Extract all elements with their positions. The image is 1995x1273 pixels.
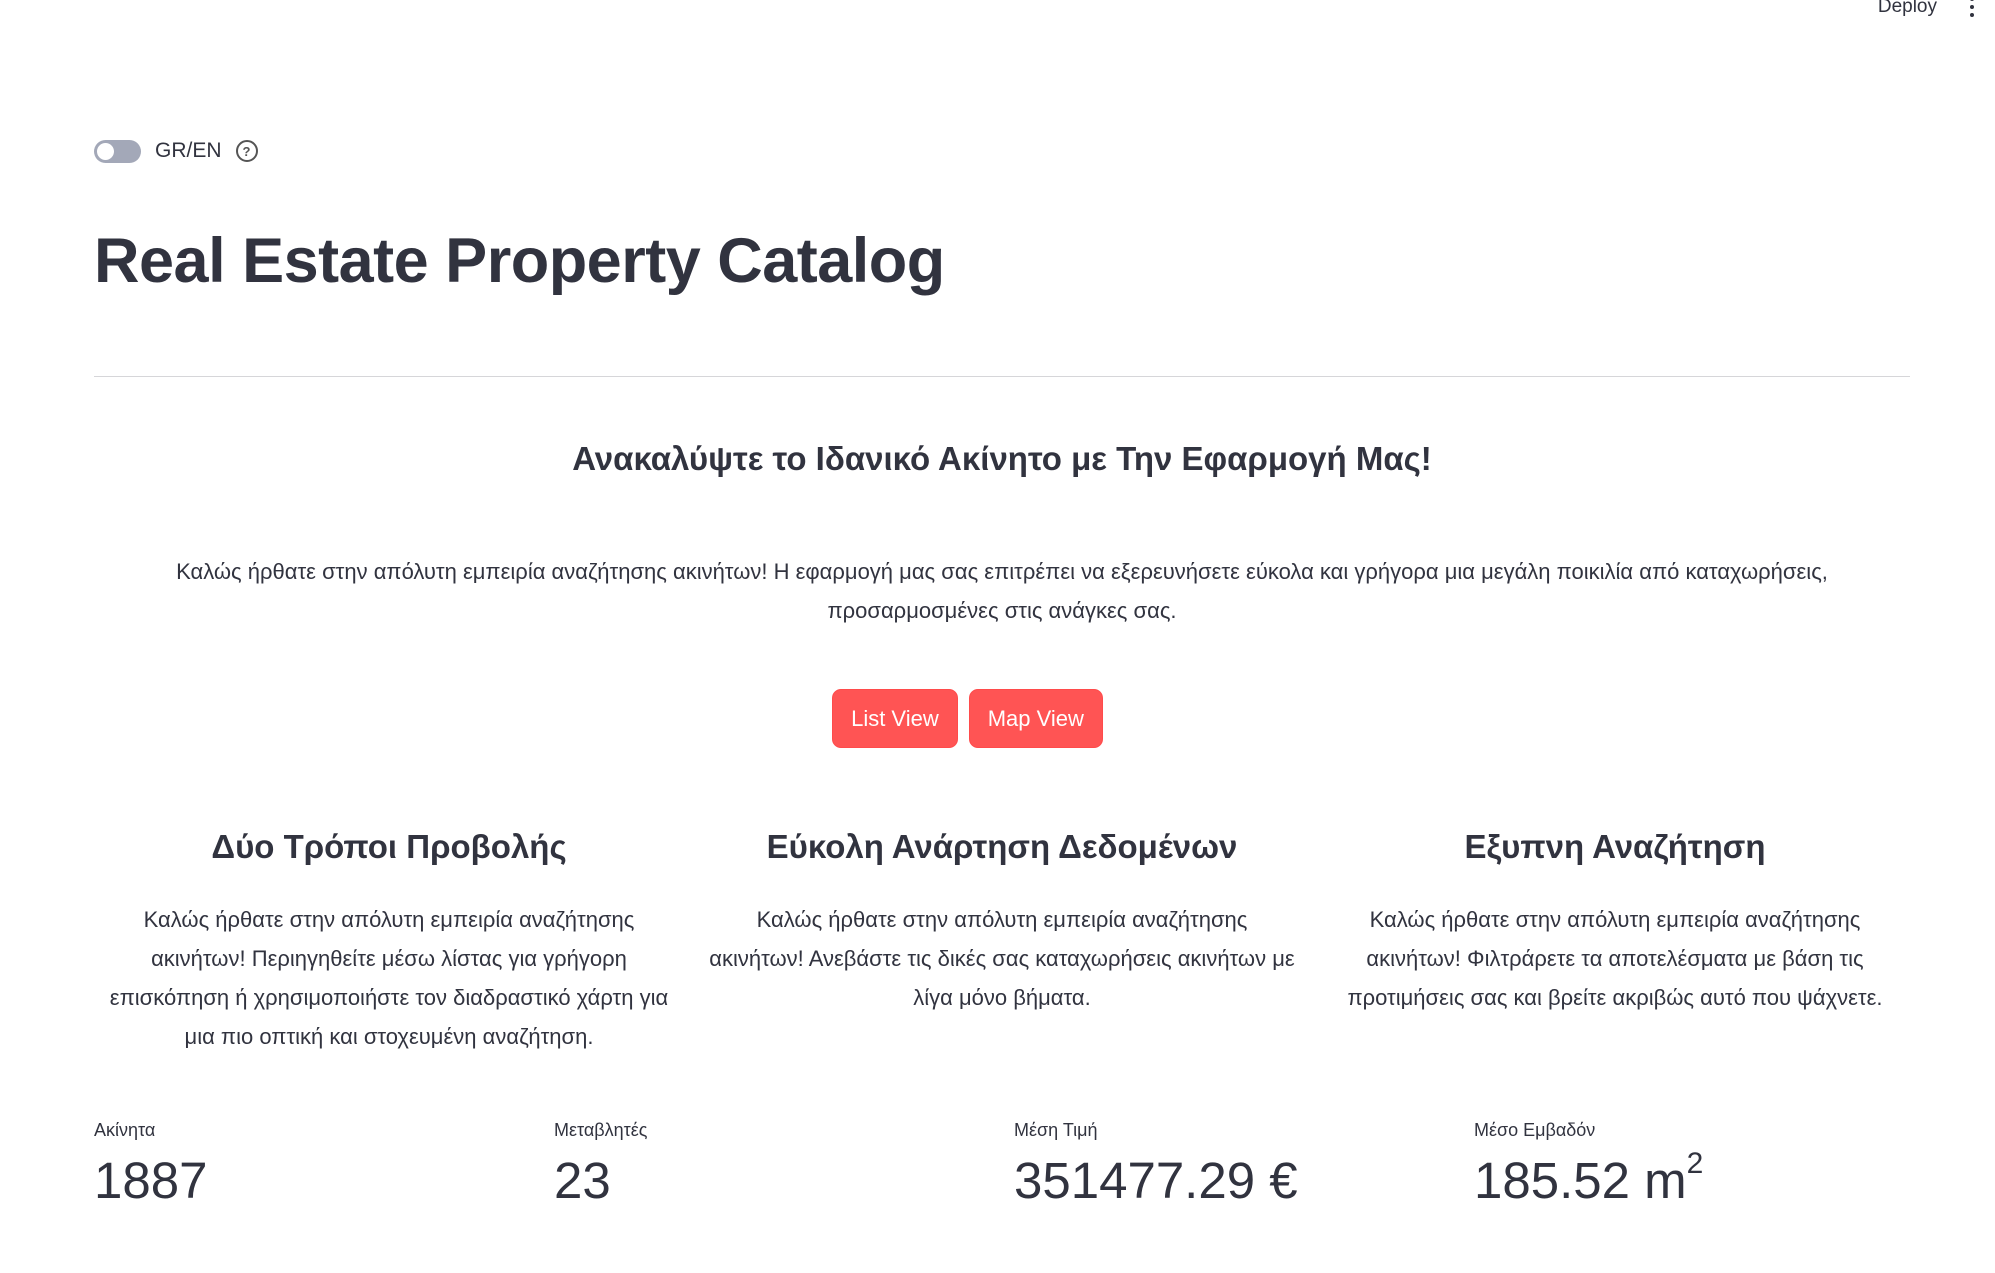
- metric-label: Μέση Τιμή: [1014, 1120, 1098, 1140]
- metric-label: Μεταβλητές: [554, 1120, 648, 1140]
- divider: [94, 376, 1910, 377]
- language-toggle-label: GR/EN: [155, 139, 222, 162]
- metric-variables: Μεταβλητές 23: [554, 1120, 1014, 1209]
- page-title: Real Estate Property Catalog: [94, 226, 945, 296]
- app-page: Deploy GR/EN ? Real Estate Property Cata…: [0, 0, 1995, 1273]
- metric-average-price: Μέση Τιμή 351477.29 €: [1014, 1120, 1474, 1209]
- metric-superscript: 2: [1686, 1147, 1704, 1180]
- feature-title: Δύο Τρόποι Προβολής: [211, 828, 567, 865]
- feature-card: Εύκολη Ανάρτηση Δεδομένων Καλώς ήρθατε σ…: [707, 828, 1297, 1056]
- metric-value-text: 185.52 m: [1474, 1152, 1687, 1209]
- top-header: Deploy: [0, 0, 1995, 30]
- metric-properties: Ακίνητα 1887: [94, 1120, 554, 1209]
- metric-label: Ακίνητα: [94, 1120, 156, 1140]
- intro-text: Καλώς ήρθατε στην απόλυτη εμπειρία αναζή…: [176, 559, 1828, 623]
- kebab-menu-icon[interactable]: [1969, 0, 1975, 17]
- metric-average-area: Μέσο Εμβαδόν 185.52 m2: [1474, 1120, 1934, 1209]
- intro-subtitle: Ανακαλύψτε το Ιδανικό Ακίνητο με Την Εφα…: [572, 440, 1432, 477]
- feature-text: Καλώς ήρθατε στην απόλυτη εμπειρία αναζή…: [1347, 907, 1883, 1010]
- toggle-knob: [97, 142, 114, 160]
- metric-value: 351477.29 €: [1014, 1152, 1298, 1209]
- feature-title: Εξυπνη Αναζήτηση: [1464, 828, 1766, 865]
- metrics-row: Ακίνητα 1887 Μεταβλητές 23 Μέση Τιμή 351…: [94, 1120, 1934, 1209]
- toggle-switch[interactable]: [94, 139, 141, 163]
- metric-value: 1887: [94, 1152, 208, 1209]
- list-view-button[interactable]: List View: [832, 689, 958, 748]
- feature-title: Εύκολη Ανάρτηση Δεδομένων: [766, 828, 1238, 865]
- map-view-button[interactable]: Map View: [968, 689, 1103, 748]
- metric-value: 185.52 m2: [1474, 1147, 1934, 1209]
- feature-text: Καλώς ήρθατε στην απόλυτη εμπειρία αναζή…: [709, 907, 1295, 1010]
- language-toggle[interactable]: GR/EN ?: [94, 139, 258, 163]
- feature-card: Εξυπνη Αναζήτηση Καλώς ήρθατε στην απόλυ…: [1320, 828, 1910, 1056]
- view-buttons: List View Map View: [0, 689, 1995, 748]
- features-section: Δύο Τρόποι Προβολής Καλώς ήρθατε στην απ…: [94, 828, 1910, 1056]
- metric-value: 23: [554, 1152, 611, 1209]
- deploy-button[interactable]: Deploy: [1878, 0, 1937, 18]
- question-circle-icon[interactable]: ?: [235, 140, 258, 162]
- feature-text: Καλώς ήρθατε στην απόλυτη εμπειρία αναζή…: [109, 907, 669, 1049]
- metric-label: Μέσο Εμβαδόν: [1474, 1120, 1596, 1140]
- feature-card: Δύο Τρόποι Προβολής Καλώς ήρθατε στην απ…: [94, 828, 684, 1056]
